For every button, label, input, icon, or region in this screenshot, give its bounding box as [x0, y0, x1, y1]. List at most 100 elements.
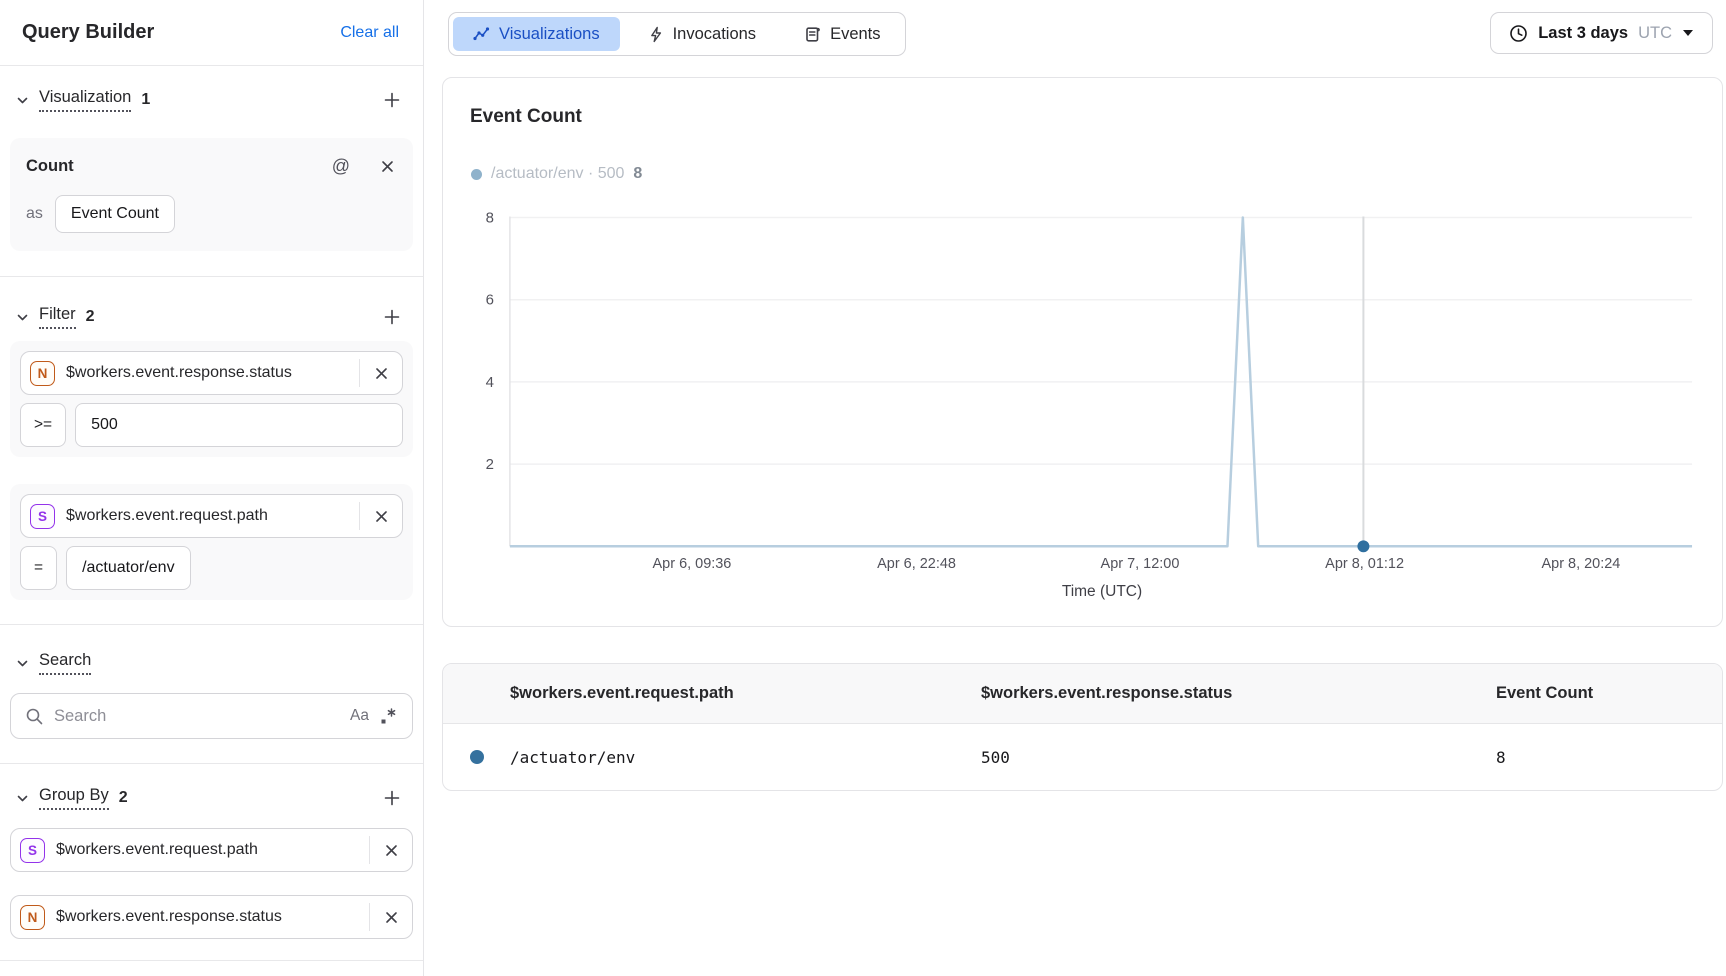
- section-search-label: Search: [39, 651, 91, 675]
- query-builder-sidebar: Query Builder Clear all Visualization 1 …: [0, 0, 424, 976]
- section-filter-header: Filter 2: [16, 305, 403, 329]
- column-header: $workers.event.request.path: [510, 684, 981, 703]
- chevron-down-icon[interactable]: [16, 792, 29, 805]
- tab-visualizations[interactable]: Visualizations: [453, 17, 620, 51]
- svg-text:Apr 6, 09:36: Apr 6, 09:36: [653, 556, 732, 572]
- section-filter-label: Filter: [39, 305, 76, 329]
- clear-all-button[interactable]: Clear all: [340, 24, 399, 42]
- filter-field[interactable]: S $workers.event.request.path: [20, 494, 403, 538]
- legend-dot-icon: [471, 169, 482, 180]
- column-header: $workers.event.response.status: [981, 684, 1496, 703]
- legend-series-count: 8: [633, 165, 642, 183]
- legend-series-label: /actuator/env · 500: [491, 165, 624, 183]
- filter-operator[interactable]: >=: [20, 403, 66, 447]
- section-search-header: Search: [16, 651, 403, 675]
- main-content: Visualizations Invocations Events Last 3…: [425, 0, 1726, 976]
- filter-card: S $workers.event.request.path = /actuato…: [10, 484, 413, 600]
- svg-text:8: 8: [486, 209, 494, 226]
- search-icon: [25, 707, 44, 726]
- svg-text:6: 6: [486, 292, 494, 309]
- as-label: as: [26, 205, 43, 223]
- filter-field[interactable]: N $workers.event.response.status: [20, 351, 403, 395]
- lightning-bolt-icon: [648, 26, 664, 43]
- regex-icon[interactable]: [379, 707, 398, 726]
- remove-filter-button[interactable]: [360, 352, 402, 394]
- svg-text:Apr 6, 22:48: Apr 6, 22:48: [877, 556, 956, 572]
- trend-chart-icon: [473, 26, 490, 42]
- string-type-badge: S: [20, 838, 45, 863]
- time-zone-label: UTC: [1638, 24, 1672, 43]
- visualization-count: 1: [141, 91, 150, 109]
- tab-events[interactable]: Events: [784, 17, 900, 51]
- groupby-field[interactable]: N $workers.event.response.status: [10, 895, 413, 939]
- cell-event-count: 8: [1496, 748, 1722, 767]
- section-visualization-label: Visualization: [39, 88, 131, 112]
- tab-label: Invocations: [673, 25, 756, 44]
- section-divider: [0, 276, 423, 277]
- section-visualization-header: Visualization 1: [16, 88, 403, 112]
- svg-text:Apr 8, 01:12: Apr 8, 01:12: [1325, 556, 1404, 572]
- svg-text:Apr 7, 12:00: Apr 7, 12:00: [1101, 556, 1180, 572]
- series-color-dot: [470, 750, 484, 764]
- section-groupby-header: Group By 2: [16, 786, 403, 810]
- case-sensitive-icon[interactable]: Aa: [350, 707, 369, 725]
- clock-icon: [1509, 24, 1528, 43]
- visualization-alias-input[interactable]: Event Count: [55, 195, 175, 233]
- chart-legend[interactable]: /actuator/env · 500 8: [471, 165, 642, 183]
- time-range-label: Last 3 days: [1538, 24, 1628, 43]
- svg-text:Apr 8, 20:24: Apr 8, 20:24: [1542, 556, 1621, 572]
- page-title: Query Builder: [22, 21, 154, 44]
- section-divider: [0, 763, 423, 764]
- events-document-icon: [804, 26, 821, 43]
- filter-card: N $workers.event.response.status >= 500: [10, 341, 413, 457]
- add-filter-button[interactable]: [381, 306, 403, 328]
- remove-visualization-button[interactable]: [378, 157, 397, 176]
- line-chart[interactable]: 2 4 6 8 Apr 6, 09:36 Apr 6, 22:48 Apr 7, 12:00…: [443, 78, 1722, 626]
- chart-card: Event Count /actuator/env · 500 8 2 4 6 8 Ap…: [442, 77, 1723, 627]
- chevron-down-icon[interactable]: [16, 311, 29, 324]
- x-axis-title: Time (UTC): [510, 583, 1694, 601]
- results-table: $workers.event.request.path $workers.eve…: [442, 663, 1723, 791]
- sidebar-header: Query Builder Clear all: [0, 0, 423, 66]
- svg-text:2: 2: [486, 456, 494, 473]
- tab-invocations[interactable]: Invocations: [628, 17, 776, 51]
- caret-down-icon: [1682, 29, 1694, 37]
- remove-filter-button[interactable]: [360, 495, 402, 537]
- groupby-field-name: $workers.event.response.status: [56, 908, 369, 926]
- groupby-field-name: $workers.event.request.path: [56, 841, 369, 859]
- filter-value-input[interactable]: /actuator/env: [66, 546, 191, 590]
- filter-operator[interactable]: =: [20, 546, 57, 590]
- groupby-count: 2: [119, 789, 128, 807]
- table-row[interactable]: /actuator/env 500 8: [443, 724, 1722, 790]
- visualization-function: Count: [26, 157, 74, 176]
- add-groupby-button[interactable]: [381, 787, 403, 809]
- add-visualization-button[interactable]: [381, 89, 403, 111]
- view-tabs: Visualizations Invocations Events: [448, 12, 906, 56]
- section-divider: [0, 960, 423, 961]
- alias-icon[interactable]: @: [332, 156, 350, 177]
- chevron-down-icon[interactable]: [16, 657, 29, 670]
- filter-count: 2: [86, 308, 95, 326]
- table-header-row: $workers.event.request.path $workers.eve…: [443, 664, 1722, 724]
- remove-groupby-button[interactable]: [370, 829, 412, 871]
- chevron-down-icon[interactable]: [16, 94, 29, 107]
- filter-field-name: $workers.event.request.path: [66, 507, 359, 525]
- number-type-badge: N: [30, 361, 55, 386]
- chart-title: Event Count: [470, 106, 582, 128]
- cell-request-path: /actuator/env: [510, 748, 981, 767]
- search-box: Aa: [10, 693, 413, 739]
- cell-response-status: 500: [981, 748, 1496, 767]
- section-groupby-label: Group By: [39, 786, 109, 810]
- visualization-card: Count @ as Event Count: [10, 138, 413, 251]
- svg-text:4: 4: [486, 374, 494, 391]
- remove-groupby-button[interactable]: [370, 896, 412, 938]
- filter-value-input[interactable]: 500: [75, 403, 403, 447]
- search-input[interactable]: [54, 707, 340, 726]
- tab-label: Visualizations: [499, 25, 600, 44]
- number-type-badge: N: [20, 905, 45, 930]
- section-divider: [0, 624, 423, 625]
- column-header: Event Count: [1496, 684, 1722, 703]
- time-range-selector[interactable]: Last 3 days UTC: [1490, 12, 1713, 54]
- tab-label: Events: [830, 25, 880, 44]
- groupby-field[interactable]: S $workers.event.request.path: [10, 828, 413, 872]
